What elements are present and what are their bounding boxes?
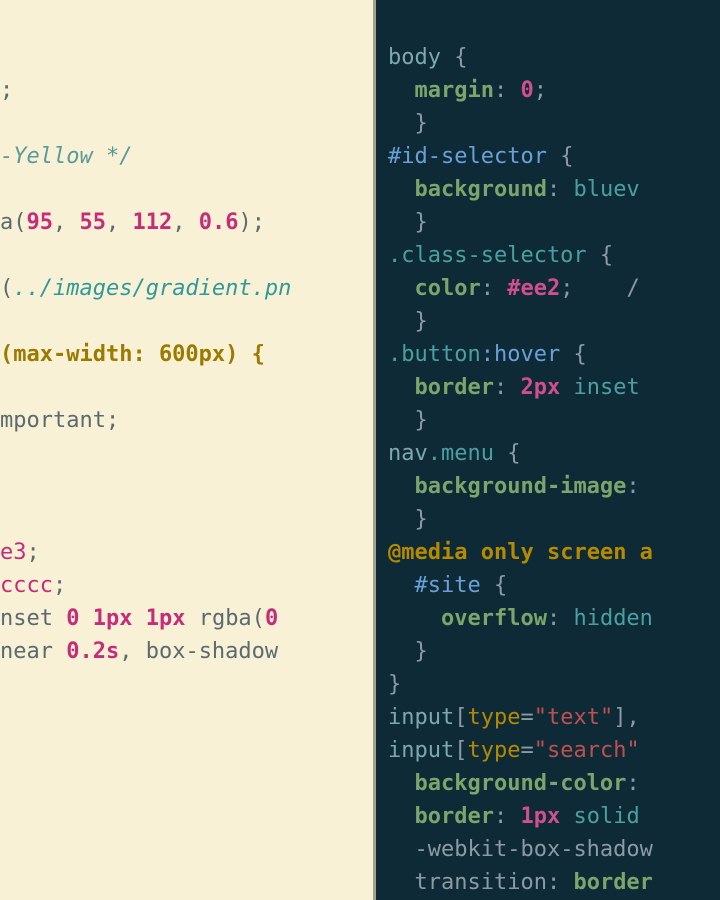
code-text: body { margin: 0; } #id-selector { backg… (388, 45, 653, 900)
right-dark-code-pane[interactable]: body { margin: 0; } #id-selector { backg… (373, 0, 720, 900)
code-text: ; -Yellow */ a(95, 55, 112, 0.6); (../im… (0, 78, 291, 664)
left-light-code-pane[interactable]: ; -Yellow */ a(95, 55, 112, 0.6); (../im… (0, 0, 373, 900)
